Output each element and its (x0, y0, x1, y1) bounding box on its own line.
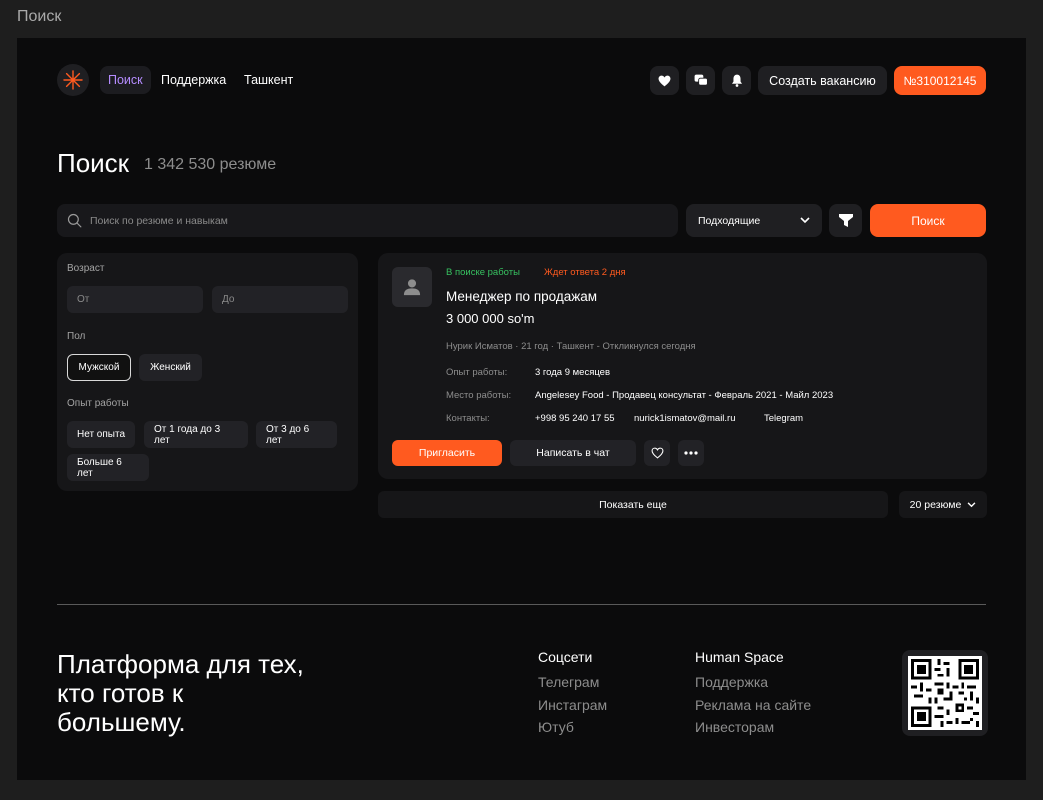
favorites-button[interactable] (650, 66, 679, 95)
company-heading: Human Space (695, 649, 784, 665)
experience-3-6-chip[interactable]: От 3 до 6 лет (256, 421, 337, 448)
search-icon (67, 213, 82, 228)
page-title: Поиск (57, 148, 130, 178)
company-link-support[interactable]: Поддержка (695, 674, 768, 690)
experience-detail-value: 3 года 9 месяцев (535, 367, 611, 378)
age-to-input[interactable]: До (212, 286, 348, 313)
sort-value: Подходящие (698, 214, 761, 227)
company-link-ads[interactable]: Реклама на сайте (695, 697, 811, 713)
contact-email[interactable]: nurick1ismatov@mail.ru (634, 413, 736, 424)
user-icon (403, 279, 421, 296)
qr-code-icon (908, 656, 982, 730)
more-options-button[interactable] (678, 440, 704, 466)
heart-icon (658, 75, 671, 86)
page: Поиск Поддержка Ташкент Создать вакансию… (17, 38, 1026, 780)
gender-label: Пол (67, 331, 86, 342)
invite-button[interactable]: Пригласить (392, 440, 502, 466)
experience-none-chip[interactable]: Нет опыта (67, 421, 135, 448)
nav-city[interactable]: Ташкент (244, 66, 293, 94)
chevron-down-icon (967, 501, 976, 507)
contacts-label: Контакты: (446, 413, 490, 424)
search-button[interactable]: Поиск (870, 204, 986, 237)
notifications-button[interactable] (722, 66, 751, 95)
job-title[interactable]: Менеджер по продажам (446, 289, 597, 304)
logo-icon (63, 70, 83, 90)
create-vacancy-button[interactable]: Создать вакансию (758, 66, 887, 95)
resume-card[interactable]: В поиске работы Ждет ответа 2 дня Менедж… (378, 253, 987, 479)
nav-support[interactable]: Поддержка (161, 66, 226, 94)
write-chat-button[interactable]: Написать в чат (510, 440, 636, 466)
salary: 3 000 000 so'm (446, 311, 535, 326)
account-id-button[interactable]: №310012145 (894, 66, 986, 95)
age-from-input[interactable]: От (67, 286, 203, 313)
waiting-badge: Ждет ответа 2 дня (544, 267, 626, 278)
avatar (392, 267, 432, 307)
age-label: Возраст (67, 263, 105, 274)
workplace-value: Angelesey Food - Продавец консультат - Ф… (535, 390, 834, 401)
show-more-button[interactable]: Показать еще (378, 491, 888, 518)
messages-button[interactable] (686, 66, 715, 95)
social-link-instagram[interactable]: Инстаграм (538, 697, 607, 713)
status-badge: В поиске работы (446, 267, 520, 278)
experience-detail-label: Опыт работы: (446, 367, 508, 378)
more-icon (684, 451, 698, 455)
nav-search[interactable]: Поиск (100, 66, 151, 94)
company-link-investors[interactable]: Инвесторам (695, 719, 774, 735)
resume-count: 1 342 530 резюме (144, 156, 277, 173)
filter-icon (838, 214, 853, 227)
contact-phone[interactable]: +998 95 240 17 55 (535, 413, 615, 424)
contact-telegram[interactable]: Telegram (764, 413, 803, 424)
frame-title: Поиск (17, 8, 62, 25)
logo[interactable] (57, 64, 89, 96)
social-link-youtube[interactable]: Ютуб (538, 719, 574, 735)
social-heading: Соцсети (538, 649, 593, 665)
footer-divider (57, 604, 986, 605)
social-link-telegram[interactable]: Телеграм (538, 674, 599, 690)
gender-male-chip[interactable]: Мужской (67, 354, 131, 381)
footer-tagline: Платформа для тех, кто готов к большему. (57, 649, 304, 737)
qr-code (902, 650, 988, 736)
workplace-label: Место работы: (446, 390, 512, 401)
filter-button[interactable] (829, 204, 862, 237)
per-page-value: 20 резюме (909, 498, 962, 511)
search-input[interactable] (90, 214, 650, 227)
heart-outline-icon (651, 447, 663, 459)
experience-1-3-chip[interactable]: От 1 года до 3 лет (144, 421, 248, 448)
gender-female-chip[interactable]: Женский (139, 354, 202, 381)
experience-label: Опыт работы (67, 398, 129, 409)
search-field[interactable] (57, 204, 678, 237)
experience-6plus-chip[interactable]: Больше 6 лет (67, 454, 149, 481)
per-page-select[interactable]: 20 резюме (899, 491, 987, 518)
filters-panel: Возраст От До Пол Мужской Женский Опыт р… (57, 253, 358, 491)
chevron-down-icon (800, 217, 810, 224)
sort-select[interactable]: Подходящие (686, 204, 822, 237)
favorite-resume-button[interactable] (644, 440, 670, 466)
candidate-meta: Нурик Исматов · 21 год · Ташкент - Откли… (446, 341, 696, 352)
bell-icon (731, 74, 742, 87)
chat-icon (694, 74, 708, 86)
